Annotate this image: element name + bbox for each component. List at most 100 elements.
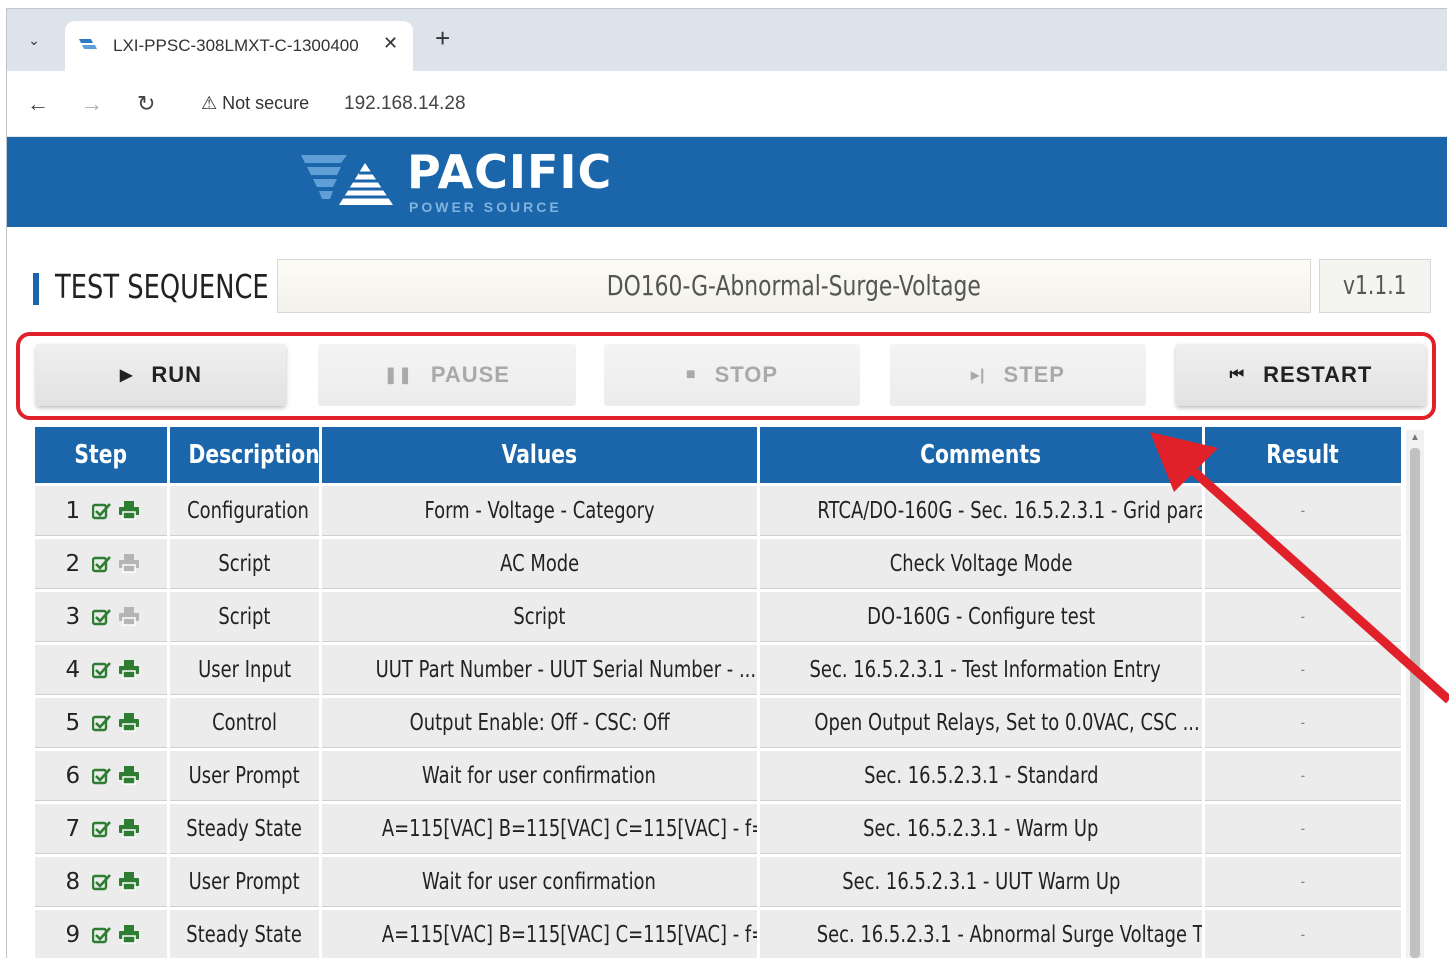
- values-cell: AC Mode: [321, 539, 758, 589]
- step-number: 5: [65, 709, 81, 736]
- values-cell: Output Enable: Off - CSC: Off: [321, 698, 758, 748]
- restart-label: RESTART: [1263, 362, 1373, 387]
- close-tab-icon[interactable]: ✕: [383, 33, 398, 54]
- comments-cell: Sec. 16.5.2.3.1 - Abnormal Surge Voltage…: [760, 910, 1202, 958]
- edit-check-icon[interactable]: [91, 767, 112, 785]
- values-cell: Script: [321, 592, 758, 642]
- edit-check-icon[interactable]: [91, 608, 112, 626]
- description-cell: User Prompt: [169, 857, 319, 907]
- comments-cell: Open Output Relays, Set to 0.0VAC, CSC .…: [760, 698, 1202, 748]
- header-values[interactable]: Values: [321, 427, 758, 483]
- print-icon[interactable]: [118, 765, 140, 785]
- print-icon[interactable]: [118, 712, 140, 732]
- back-arrow-icon[interactable]: ←: [27, 91, 49, 117]
- scroll-thumb[interactable]: [1410, 448, 1420, 958]
- table-row[interactable]: 2 Script AC Mode Check Voltage Mode: [35, 539, 1401, 589]
- edit-check-icon[interactable]: [91, 502, 112, 520]
- step-number: 3: [65, 603, 81, 630]
- tab-strip: ⌄ LXI-PPSC-308LMXT-C-1300400 ✕ +: [7, 9, 1447, 71]
- table-row[interactable]: 7 Steady State A=115[VAC] B=115[VAC] C=115…: [35, 804, 1401, 854]
- stop-button[interactable]: ■ STOP: [604, 344, 860, 406]
- step-number: 4: [65, 656, 81, 683]
- edit-check-icon[interactable]: [91, 661, 112, 679]
- header-description[interactable]: Description: [169, 427, 319, 483]
- description-cell: Steady State: [169, 804, 319, 854]
- step-cell: 3: [35, 592, 167, 642]
- logo-subtitle: POWER SOURCE: [409, 199, 562, 215]
- stop-icon: ■: [685, 366, 697, 383]
- step-number: 8: [65, 868, 81, 895]
- step-button[interactable]: ▸| STEP: [890, 344, 1146, 406]
- step-number: 7: [65, 815, 81, 842]
- sequence-table: Step Description Values Comments Result …: [32, 424, 1404, 958]
- header-comments[interactable]: Comments: [760, 427, 1202, 483]
- pacific-logo-icon: [301, 155, 395, 205]
- result-cell: -: [1204, 910, 1401, 958]
- table-row[interactable]: 9 Steady State A=115[VAC] B=115[VAC] C=115…: [35, 910, 1401, 958]
- step-icon: ▸|: [971, 367, 986, 384]
- table-row[interactable]: 1 Configuration Form - Voltage - Category R…: [35, 486, 1401, 536]
- reload-icon[interactable]: ↻: [137, 91, 155, 117]
- print-icon[interactable]: [118, 818, 140, 838]
- step-number: 1: [65, 497, 81, 524]
- print-icon[interactable]: [118, 871, 140, 891]
- comments-cell: Sec. 16.5.2.3.1 - UUT Warm Up: [760, 857, 1202, 907]
- run-label: RUN: [151, 362, 202, 387]
- print-icon[interactable]: [118, 606, 140, 626]
- scroll-up-icon[interactable]: ▲: [1410, 432, 1420, 443]
- url-field[interactable]: 192.168.14.28: [344, 93, 466, 115]
- step-cell: 8: [35, 857, 167, 907]
- step-cell: 5: [35, 698, 167, 748]
- print-icon[interactable]: [118, 500, 140, 520]
- comments-cell: Check Voltage Mode: [760, 539, 1202, 589]
- values-cell: A=115[VAC] B=115[VAC] C=115[VAC] - f=40.…: [321, 804, 758, 854]
- print-icon[interactable]: [118, 924, 140, 944]
- values-cell: Form - Voltage - Category: [321, 486, 758, 536]
- edit-check-icon[interactable]: [91, 926, 112, 944]
- step-label: STEP: [1003, 362, 1065, 387]
- version-label: v1.1.1: [1343, 271, 1407, 301]
- description-cell: Control: [169, 698, 319, 748]
- description-cell: Configuration: [169, 486, 319, 536]
- table-row[interactable]: 4 User Input UUT Part Number - UUT Serial …: [35, 645, 1401, 695]
- edit-check-icon[interactable]: [91, 873, 112, 891]
- comments-cell: Sec. 16.5.2.3.1 - Test Information Entry: [760, 645, 1202, 695]
- header-result[interactable]: Result: [1204, 427, 1401, 483]
- description-cell: User Input: [169, 645, 319, 695]
- version-field: v1.1.1: [1319, 259, 1431, 313]
- edit-check-icon[interactable]: [91, 820, 112, 838]
- pause-label: PAUSE: [430, 362, 510, 387]
- title-accent-bar: [33, 273, 39, 305]
- browser-tab[interactable]: LXI-PPSC-308LMXT-C-1300400 ✕: [65, 21, 413, 71]
- result-cell: -: [1204, 486, 1401, 536]
- print-icon[interactable]: [118, 553, 140, 573]
- table-row[interactable]: 3 Script Script DO-160G - Configure test -: [35, 592, 1401, 642]
- table-header-row: Step Description Values Comments Result: [35, 427, 1401, 483]
- pause-button[interactable]: ❚❚ PAUSE: [318, 344, 576, 406]
- result-cell: -: [1204, 804, 1401, 854]
- stop-label: STOP: [714, 362, 779, 387]
- table-scrollbar[interactable]: ▲: [1406, 430, 1424, 958]
- restart-button[interactable]: ⏮ RESTART: [1176, 344, 1426, 406]
- step-number: 9: [65, 921, 81, 948]
- edit-check-icon[interactable]: [91, 555, 112, 573]
- sequence-name-field[interactable]: DO160-G-Abnormal-Surge-Voltage: [277, 259, 1311, 313]
- table-row[interactable]: 6 User Prompt Wait for user confirmation Se…: [35, 751, 1401, 801]
- step-cell: 9: [35, 910, 167, 958]
- tab-search-button[interactable]: ⌄: [21, 27, 47, 53]
- forward-arrow-icon[interactable]: →: [81, 91, 103, 117]
- address-bar-row: ← → ↻ ⚠ Not secure 192.168.14.28: [7, 71, 1447, 137]
- new-tab-button[interactable]: +: [435, 23, 450, 54]
- sequence-title-row: TEST SEQUENCE DO160-G-Abnormal-Surge-Vol…: [7, 259, 1447, 319]
- edit-check-icon[interactable]: [91, 714, 112, 732]
- comments-cell: Sec. 16.5.2.3.1 - Standard: [760, 751, 1202, 801]
- print-icon[interactable]: [118, 659, 140, 679]
- run-button[interactable]: ▶ RUN: [36, 344, 286, 406]
- header-step[interactable]: Step: [35, 427, 167, 483]
- table-row[interactable]: 8 User Prompt Wait for user confirmation Se…: [35, 857, 1401, 907]
- table-row[interactable]: 5 Control Output Enable: Off - CSC: Off Ope…: [35, 698, 1401, 748]
- not-secure-indicator[interactable]: ⚠ Not secure: [201, 93, 309, 114]
- comments-cell: DO-160G - Configure test: [760, 592, 1202, 642]
- step-cell: 6: [35, 751, 167, 801]
- result-cell: [1204, 539, 1401, 589]
